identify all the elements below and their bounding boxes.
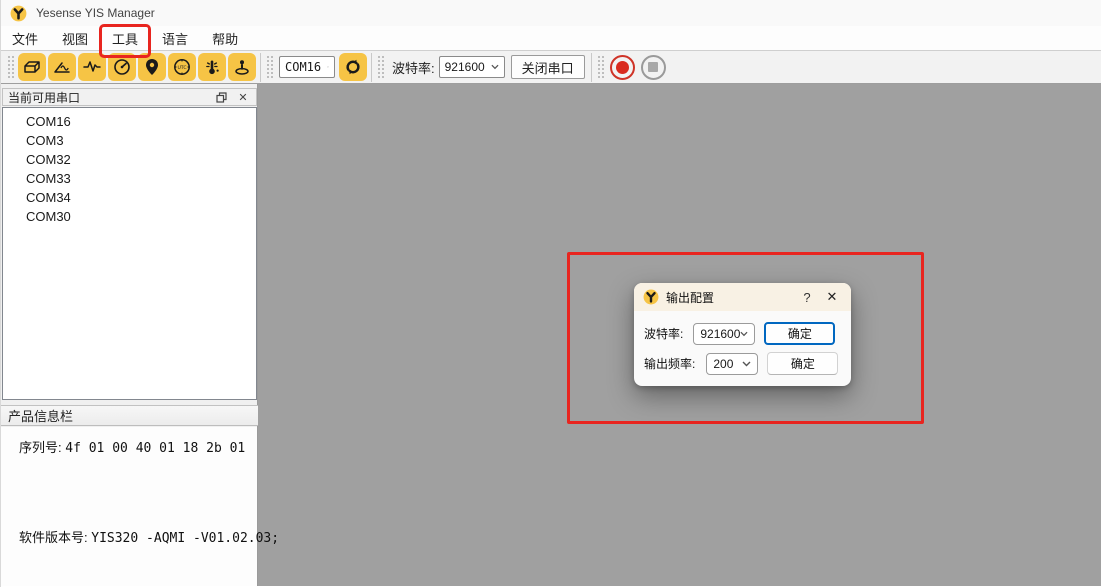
baud-rate-value: 921600 (445, 60, 485, 74)
output-freq-row: 输出频率: 200 确定 (644, 352, 838, 375)
app-logo-icon (10, 5, 27, 22)
product-info-title: 产品信息栏 (8, 406, 73, 425)
toolbar-grip[interactable] (267, 56, 273, 78)
attitude-wave-icon (52, 57, 72, 77)
title-bar: Yesense YIS Manager (1, 0, 1101, 26)
stop-icon (648, 62, 658, 72)
chevron-down-icon (742, 361, 751, 367)
vibration-button[interactable] (198, 53, 226, 81)
attitude-wave-button[interactable] (48, 53, 76, 81)
output-config-dialog: 输出配置 ? ✕ 波特率: 921600 确定 输出频率: 200 (634, 283, 851, 386)
com-port-value: COM16 (285, 60, 321, 74)
product-info-body: 序列号: 4f 01 00 40 01 18 2b 01 软件版本号: YIS3… (1, 427, 257, 586)
chevron-down-icon (740, 331, 748, 337)
port-item[interactable]: COM33 (3, 169, 256, 188)
product-info-header: 产品信息栏 (1, 405, 258, 426)
gauge-icon (112, 57, 132, 77)
menu-file[interactable]: 文件 (3, 27, 47, 50)
software-version-label: 软件版本号: (19, 530, 88, 545)
port-list[interactable]: COM16 COM3 COM32 COM33 COM34 COM30 (2, 107, 257, 400)
utc-clock-icon: UTC (172, 57, 192, 77)
app-window: Yesense YIS Manager 文件 视图 工具 语言 帮助 (0, 0, 1101, 587)
dialog-freq-select[interactable]: 200 (706, 353, 758, 375)
toolbar-grip[interactable] (598, 56, 604, 78)
gauge-button[interactable] (108, 53, 136, 81)
location-pin-icon (142, 57, 162, 77)
toolbar-separator (260, 53, 261, 82)
dialog-freq-value: 200 (713, 357, 733, 371)
dialog-title-bar[interactable]: 输出配置 ? ✕ (634, 283, 851, 311)
menu-view[interactable]: 视图 (53, 27, 97, 50)
dialog-baud-label: 波特率: (644, 325, 683, 342)
svg-text:UTC: UTC (177, 65, 186, 71)
toolbar-separator (371, 53, 372, 82)
close-panel-icon[interactable]: ✕ (235, 89, 251, 105)
dialog-help-button[interactable]: ? (798, 290, 816, 305)
dialog-logo-icon (643, 289, 659, 305)
serial-number-label: 序列号: (19, 440, 62, 455)
utc-clock-button[interactable]: UTC (168, 53, 196, 81)
menu-tools[interactable]: 工具 (103, 27, 147, 50)
dialog-close-button[interactable]: ✕ (822, 289, 842, 305)
port-item[interactable]: COM3 (3, 131, 256, 150)
refresh-ports-button[interactable] (339, 53, 367, 81)
record-icon (616, 61, 629, 74)
software-version-value: YIS320 -AQMI -V01.02.03; (91, 531, 279, 546)
main-canvas: 当前可用串口 ✕ COM16 COM3 COM32 COM33 COM34 CO… (1, 84, 1101, 586)
waveform-button[interactable] (78, 53, 106, 81)
cube-3d-button[interactable] (18, 53, 46, 81)
com-port-select[interactable]: COM16 (279, 56, 335, 78)
baud-confirm-button[interactable]: 确定 (764, 322, 835, 345)
port-item[interactable]: COM16 (3, 112, 256, 131)
menu-help[interactable]: 帮助 (203, 27, 247, 50)
close-serial-button[interactable]: 关闭串口 (511, 55, 585, 79)
menu-bar: 文件 视图 工具 语言 帮助 (1, 26, 1101, 51)
dialog-baud-value: 921600 (700, 327, 740, 341)
toolbar-grip[interactable] (378, 56, 384, 78)
waveform-icon (82, 57, 102, 77)
port-item[interactable]: COM30 (3, 207, 256, 226)
baud-rate-select[interactable]: 921600 (439, 56, 505, 78)
baud-rate-label: 波特率: (392, 58, 435, 77)
menu-tools-label: 工具 (112, 32, 138, 47)
chevron-down-icon (327, 64, 329, 70)
record-button[interactable] (610, 55, 635, 80)
freq-confirm-button[interactable]: 确定 (767, 352, 838, 375)
serial-number-value: 4f 01 00 40 01 18 2b 01 (65, 441, 245, 456)
dock-header[interactable]: 当前可用串口 ✕ (2, 88, 257, 106)
refresh-icon (343, 57, 363, 77)
baud-rate-row: 波特率: 921600 确定 (644, 322, 835, 345)
stop-button[interactable] (641, 55, 666, 80)
software-version-line: 软件版本号: YIS320 -AQMI -V01.02.03; (19, 527, 279, 546)
vibration-icon (202, 57, 222, 77)
port-item[interactable]: COM34 (3, 188, 256, 207)
location-button[interactable] (138, 53, 166, 81)
toolbar-separator (591, 53, 592, 82)
dock-title: 当前可用串口 (8, 89, 80, 106)
dialog-title: 输出配置 (666, 289, 798, 306)
toolbar-grip[interactable] (8, 56, 14, 78)
window-title: Yesense YIS Manager (36, 6, 155, 20)
chevron-down-icon (491, 64, 499, 70)
menu-language[interactable]: 语言 (153, 27, 197, 50)
float-panel-icon[interactable] (213, 89, 229, 105)
serial-ports-dock: 当前可用串口 ✕ COM16 COM3 COM32 COM33 COM34 CO… (1, 84, 258, 586)
beacon-icon (232, 57, 252, 77)
dialog-baud-select[interactable]: 921600 (693, 323, 755, 345)
serial-number-line: 序列号: 4f 01 00 40 01 18 2b 01 (19, 437, 245, 456)
port-item[interactable]: COM32 (3, 150, 256, 169)
dialog-freq-label: 输出频率: (644, 355, 695, 372)
toolbar: UTC COM16 (1, 51, 1101, 84)
beacon-button[interactable] (228, 53, 256, 81)
cube-3d-icon (22, 57, 42, 77)
